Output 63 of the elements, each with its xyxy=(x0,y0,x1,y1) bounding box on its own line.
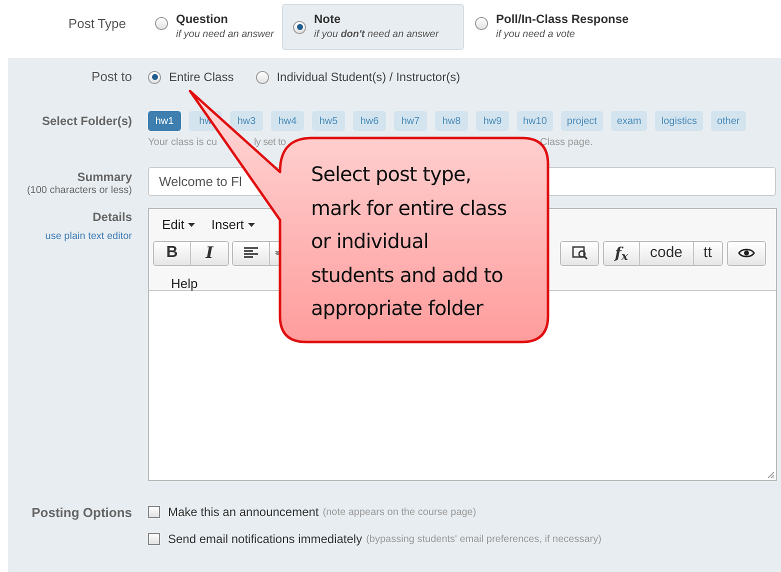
caret-icon xyxy=(248,222,255,227)
menu-button[interactable]: Edit xyxy=(162,215,196,234)
folder-tag[interactable]: hw1 xyxy=(148,111,181,131)
plain-text-editor-link[interactable]: use plain text editor xyxy=(45,230,132,244)
help-button[interactable]: Help xyxy=(171,274,198,293)
field-label: Select Folder(s) xyxy=(42,114,132,128)
option-note: (bypassing students' email preferences, if necessary) xyxy=(366,532,602,546)
italic-button[interactable]: I xyxy=(191,242,228,264)
align-left-icon xyxy=(243,247,259,259)
folder-note: ly set to xyxy=(254,136,287,148)
folder-tag[interactable]: hw7 xyxy=(394,111,427,131)
option-label: Make this an announcement xyxy=(168,504,319,521)
option-subtitle: if you don't need an answer xyxy=(314,28,439,42)
format-button[interactable]: code xyxy=(640,242,694,264)
post-type-option[interactable]: Question if you need an answer xyxy=(144,4,282,50)
format-button[interactable]: tt xyxy=(694,242,722,264)
eye-icon xyxy=(738,247,755,259)
radio-button[interactable] xyxy=(155,17,168,30)
checkbox[interactable] xyxy=(148,533,160,545)
radio-button[interactable] xyxy=(256,70,269,84)
align-center-button[interactable] xyxy=(270,242,280,264)
folder-tag[interactable]: hw9 xyxy=(476,111,509,131)
folder-tag[interactable]: hw3 xyxy=(230,111,263,131)
caret-icon xyxy=(188,222,196,227)
radio-button[interactable] xyxy=(475,17,488,30)
folder-tag[interactable]: project xyxy=(560,111,603,131)
field-label: Summary xyxy=(77,170,132,184)
search-icon xyxy=(572,246,588,260)
option-label: Send email notifications immediately xyxy=(168,531,362,548)
option-title: Poll/In-Class Response xyxy=(496,12,629,27)
field-hint: (100 characters or less) xyxy=(26,184,132,198)
option-title: Question xyxy=(176,12,230,27)
formula-button[interactable]: f$_{x}$ xyxy=(604,242,640,264)
align-left-button[interactable] xyxy=(233,242,270,264)
folder-tag[interactable]: hw8 xyxy=(435,111,468,131)
post-type-option[interactable]: Note if you don't need an answer xyxy=(282,4,464,50)
field-label: Post Type xyxy=(68,16,126,31)
field-label: Posting Options xyxy=(32,505,132,520)
option-subtitle: if you need a vote xyxy=(496,28,576,42)
folder-note: Your class is cu xyxy=(148,136,218,148)
field-label: Post to xyxy=(92,69,132,84)
option-note: (note appears on the course page) xyxy=(322,506,476,520)
radio-label: Entire Class xyxy=(169,69,234,86)
folder-tag[interactable]: other xyxy=(710,111,746,131)
option-title: Note xyxy=(314,12,342,27)
resize-handle-icon xyxy=(767,471,775,479)
menu-button[interactable]: Insert xyxy=(211,215,255,234)
callout-text: Select post type, mark for entire class or individual students and add to appropriate folder xyxy=(311,161,507,322)
folder-note: Class page. xyxy=(540,136,593,148)
folder-tag[interactable]: logistics xyxy=(655,111,703,131)
folder-tag[interactable]: exam xyxy=(610,111,648,131)
folder-tag[interactable]: hw5 xyxy=(312,111,345,131)
post-type-option[interactable]: Poll/In-Class Response if you need a vote xyxy=(464,4,640,50)
folder-tag[interactable]: hw4 xyxy=(271,111,304,131)
radio-button[interactable] xyxy=(293,20,306,34)
radio-label: Individual Student(s) / Instructor(s) xyxy=(276,69,460,86)
folder-tag[interactable]: hw10 xyxy=(517,111,553,131)
option-subtitle: if you need an answer xyxy=(176,28,274,42)
field-label: Details xyxy=(92,210,132,224)
checkbox[interactable] xyxy=(148,506,160,518)
folder-tag[interactable]: hw6 xyxy=(353,111,386,131)
bold-button[interactable]: B xyxy=(154,242,191,264)
radio-button[interactable] xyxy=(148,70,161,84)
